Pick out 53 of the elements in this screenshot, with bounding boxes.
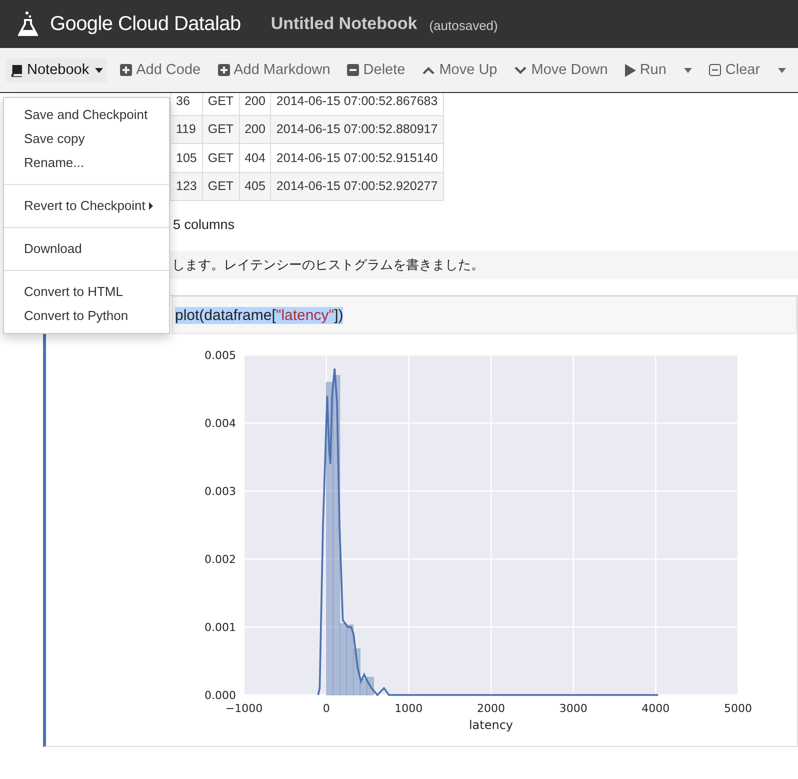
plus-icon xyxy=(120,64,132,76)
x-tick-label: 5000 xyxy=(724,702,752,715)
table-cell: GET xyxy=(202,144,240,172)
x-tick-label: 4000 xyxy=(642,702,670,715)
book-icon xyxy=(10,64,23,76)
y-tick-label: 0.005 xyxy=(204,349,236,362)
x-tick-label: 0 xyxy=(322,702,330,715)
y-tick-label: 0.004 xyxy=(204,417,236,430)
menu-item[interactable]: Save copy xyxy=(4,127,169,151)
y-tick-label: 0.003 xyxy=(204,485,236,498)
y-tick-label: 0.001 xyxy=(204,621,236,634)
app-logo-text: Google Cloud Datalab xyxy=(50,12,241,36)
toolbar-button[interactable]: Move Up xyxy=(418,58,502,82)
menu-item[interactable]: Download xyxy=(4,237,169,261)
table-cell: 2014-06-15 07:00:52.920277 xyxy=(270,172,444,200)
plus-icon xyxy=(218,64,230,76)
toolbar-button[interactable]: Run xyxy=(620,58,696,82)
menu-item[interactable]: Revert to Checkpoint xyxy=(4,194,169,218)
y-tick-label: 0.000 xyxy=(204,689,236,702)
markdown-text: します。レイテンシーのヒストグラムを書きました。 xyxy=(172,257,484,274)
minus-icon xyxy=(709,64,722,76)
toolbar-button[interactable]: Add Code xyxy=(116,58,205,82)
x-axis-label: latency xyxy=(468,718,514,732)
toolbar-button[interactable]: Delete xyxy=(343,58,410,82)
menu-item[interactable]: Save and Checkpoint xyxy=(4,103,169,127)
save-status: (autosaved) xyxy=(429,18,498,33)
chevron-up-icon xyxy=(422,66,436,74)
table-cell: GET xyxy=(202,93,240,115)
menu-item[interactable]: Rename... xyxy=(4,151,169,175)
table-cell: 2014-06-15 07:00:52.867683 xyxy=(270,93,444,115)
menu-item[interactable]: Convert to Python xyxy=(4,304,169,328)
x-tick-label: 2000 xyxy=(477,702,505,715)
table-cell: 2014-06-15 07:00:52.915140 xyxy=(270,144,444,172)
y-tick-label: 0.002 xyxy=(204,553,236,566)
x-tick-label: 3000 xyxy=(559,702,588,715)
table-cell: 405 xyxy=(239,172,271,200)
table-summary: 5 columns xyxy=(173,217,236,232)
x-tick-label: −1000 xyxy=(225,702,263,715)
notebook-menu-button[interactable]: Notebook xyxy=(6,58,108,82)
flask-icon xyxy=(18,11,38,37)
table-cell: 200 xyxy=(239,93,271,115)
notebook-title[interactable]: Untitled Notebook xyxy=(270,14,418,34)
toolbar-button[interactable]: Move Down xyxy=(510,58,612,82)
chevron-down-icon xyxy=(514,66,528,74)
code-input[interactable]: plot(dataframe["latency"]) xyxy=(172,296,797,334)
menu-item[interactable]: Convert to HTML xyxy=(4,280,169,304)
toolbar-button[interactable]: Clear xyxy=(705,58,790,82)
minus-icon xyxy=(347,64,360,76)
table-cell: GET xyxy=(202,172,240,200)
play-icon xyxy=(624,64,636,76)
x-tick-label: 1000 xyxy=(394,702,423,715)
table-cell: 404 xyxy=(239,144,271,172)
toolbar-button[interactable]: Add Markdown xyxy=(214,58,334,82)
